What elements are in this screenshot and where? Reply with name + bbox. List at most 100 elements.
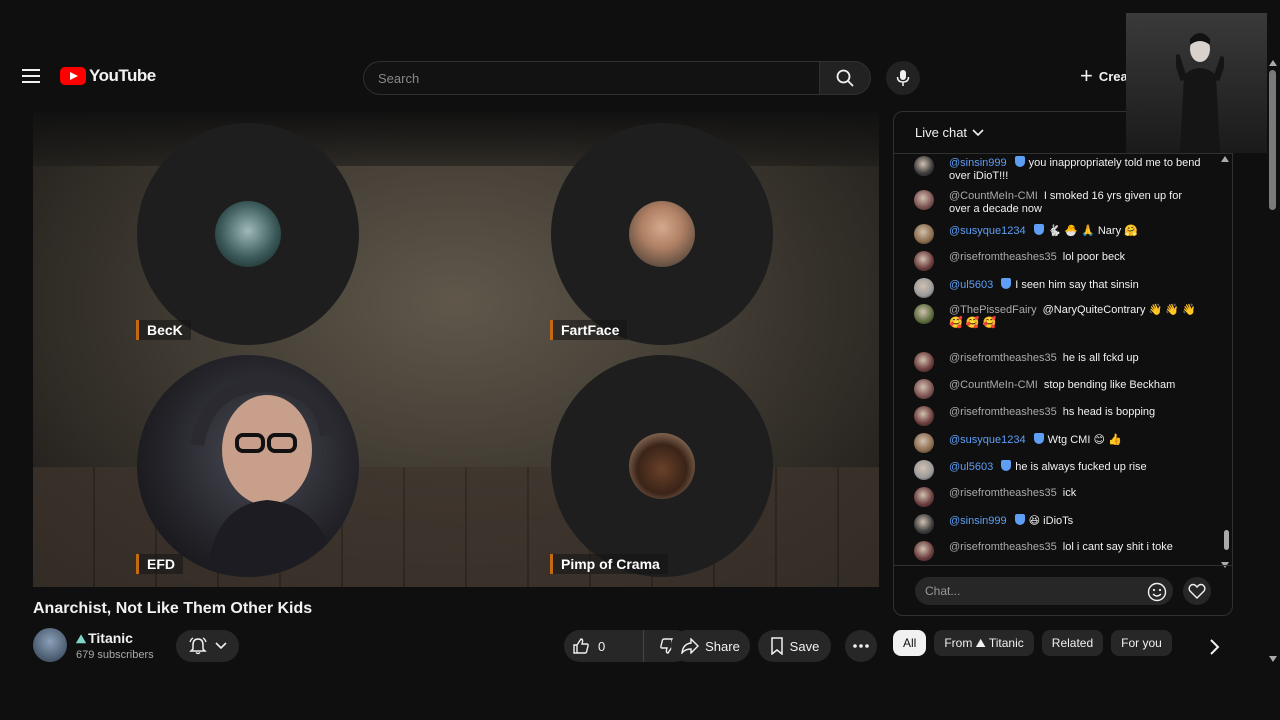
chat-author-name[interactable]: @susyque1234	[949, 225, 1026, 237]
chat-author-name[interactable]: @CountMeIn-CMI	[949, 190, 1038, 202]
chat-message-body: @sinsin999 😆 iDioTs	[949, 514, 1204, 534]
chat-author-name[interactable]: @sinsin999	[949, 515, 1007, 527]
verified-badge-icon	[1001, 278, 1012, 289]
chat-message[interactable]: @sinsin999 😆 iDioTs	[914, 514, 1204, 534]
participant-tile-efd	[137, 355, 359, 577]
save-button[interactable]: Save	[758, 630, 831, 662]
chat-message[interactable]: @risefromtheashes35 hs head is bopping	[914, 406, 1204, 426]
chat-author-avatar[interactable]	[914, 304, 934, 324]
chat-author-avatar[interactable]	[914, 224, 934, 244]
chat-author-avatar[interactable]	[914, 406, 934, 426]
chat-message[interactable]: @susyque1234 🐇 🐣 🙏 Nary 🤗	[914, 224, 1204, 244]
chat-message[interactable]: @sinsin999 you inappropriately told me to…	[914, 156, 1204, 183]
chip-1[interactable]: From ⛰ Titanic	[934, 630, 1034, 656]
chevron-right-icon[interactable]	[1207, 637, 1221, 657]
chat-message[interactable]: @risefromtheashes35 he is all fckd up	[914, 352, 1204, 372]
chat-message[interactable]: @CountMeIn-CMI I smoked 16 yrs given up f…	[914, 190, 1204, 216]
chat-author-name[interactable]: @risefromtheashes35	[949, 352, 1057, 364]
plus-icon: +	[1080, 63, 1093, 88]
share-icon	[681, 638, 700, 654]
share-label: Share	[705, 638, 740, 654]
chat-scrollbar[interactable]	[1221, 154, 1229, 568]
youtube-logo[interactable]: YouTube	[60, 66, 156, 86]
webcam-person	[190, 377, 337, 577]
chat-author-avatar[interactable]	[914, 352, 934, 372]
chat-author-avatar[interactable]	[914, 541, 934, 561]
participant-name-pimp: Pimp of Crama	[550, 554, 668, 574]
more-horizontal-icon	[853, 644, 869, 648]
chat-message-body: @risefromtheashes35 he is all fckd up	[949, 352, 1204, 372]
chat-message-text: ick	[1062, 487, 1077, 499]
chat-message[interactable]: @risefromtheashes35 lol i cant say shit i…	[914, 541, 1204, 561]
chip-2[interactable]: Related	[1041, 630, 1104, 656]
chat-author-avatar[interactable]	[914, 251, 934, 271]
avatar	[215, 201, 281, 267]
more-actions-button[interactable]	[845, 630, 877, 662]
chat-message-body: @CountMeIn-CMI stop bending like Beckham	[949, 379, 1204, 399]
search-icon	[836, 69, 854, 87]
chat-message-list[interactable]: @sinsin999 you inappropriately told me to…	[894, 154, 1214, 568]
chevron-down-icon	[214, 642, 227, 650]
notification-bell-button[interactable]	[176, 630, 239, 662]
verified-badge-icon	[1014, 156, 1025, 167]
chat-author-name[interactable]: @sinsin999	[949, 157, 1007, 169]
chat-author-name[interactable]: @risefromtheashes35	[949, 251, 1057, 263]
chat-message[interactable]: @risefromtheashes35 lol poor beck	[914, 251, 1204, 271]
chat-input[interactable]	[915, 577, 1173, 605]
avatar	[629, 433, 695, 499]
chat-message-body: @susyque1234 🐇 🐣 🙏 Nary 🤗	[949, 224, 1204, 244]
chat-author-name[interactable]: @CountMeIn-CMI	[949, 379, 1038, 391]
search-button[interactable]	[819, 61, 871, 95]
chat-author-name[interactable]: @ul5603	[949, 461, 993, 473]
subscriber-count: 679 subscribers	[76, 649, 154, 661]
chat-author-avatar[interactable]	[914, 379, 934, 399]
chat-author-avatar[interactable]	[914, 278, 934, 298]
chat-message-body: @ul5603 I seen him say that sinsin	[949, 278, 1204, 298]
search-input[interactable]	[363, 61, 819, 95]
chip-3[interactable]: For you	[1111, 630, 1172, 656]
scroll-down-arrow-icon	[1269, 656, 1277, 662]
share-button[interactable]: Share	[671, 630, 750, 662]
video-player[interactable]: BecK FartFace EFD Pimp of Crama	[33, 111, 879, 587]
chat-author-avatar[interactable]	[914, 487, 934, 507]
page-scroll-thumb[interactable]	[1269, 70, 1276, 210]
chat-author-avatar[interactable]	[914, 156, 934, 176]
emoji-smiley-icon[interactable]	[1147, 582, 1167, 602]
chat-message-body: @sinsin999 you inappropriately told me to…	[949, 156, 1204, 183]
chat-author-avatar[interactable]	[914, 514, 934, 534]
chat-message[interactable]: @ul5603 I seen him say that sinsin	[914, 278, 1204, 298]
bookmark-icon	[770, 637, 783, 655]
chat-scroll-thumb[interactable]	[1224, 530, 1229, 550]
chat-author-avatar[interactable]	[914, 460, 934, 480]
chat-message-text: stop bending like Beckham	[1043, 379, 1176, 391]
chat-message[interactable]: @risefromtheashes35 ick	[914, 487, 1204, 507]
like-button[interactable]: 0	[564, 630, 644, 662]
chat-author-name[interactable]: @risefromtheashes35	[949, 406, 1057, 418]
chat-message[interactable]: @ul5603 he is always fucked up rise	[914, 460, 1204, 480]
chat-author-name[interactable]: @ThePissedFairy	[949, 304, 1037, 316]
chat-author-name[interactable]: @susyque1234	[949, 434, 1026, 446]
chat-author-avatar[interactable]	[914, 190, 934, 210]
chat-author-avatar[interactable]	[914, 433, 934, 453]
heart-reaction-button[interactable]	[1183, 577, 1211, 605]
chat-author-name[interactable]: @ul5603	[949, 279, 993, 291]
chat-message[interactable]: @susyque1234 Wtg CMI 😊 👍	[914, 433, 1204, 453]
channel-name[interactable]: ⛰ Titanic	[76, 630, 133, 647]
hamburger-menu-icon[interactable]	[22, 69, 40, 83]
chip-0[interactable]: All	[893, 630, 927, 656]
masthead: YouTube + Create	[0, 52, 1280, 104]
chat-author-name[interactable]: @risefromtheashes35	[949, 487, 1057, 499]
chat-message[interactable]: @ThePissedFairy @NaryQuiteContrary 👋 👋 👋 …	[914, 304, 1204, 330]
chat-message-text: Wtg CMI 😊 👍	[1047, 434, 1122, 446]
chat-message-body: @ul5603 he is always fucked up rise	[949, 460, 1204, 480]
related-chips: All From ⛰ Titanic Related For you	[893, 630, 1172, 656]
verified-badge-icon	[1033, 433, 1044, 444]
voice-search-button[interactable]	[886, 61, 920, 95]
chat-message[interactable]: @CountMeIn-CMI stop bending like Beckham	[914, 379, 1204, 399]
channel-avatar[interactable]	[33, 628, 67, 662]
picture-in-picture-video[interactable]	[1126, 13, 1267, 153]
chat-header-title: Live chat	[915, 125, 968, 140]
save-label: Save	[789, 638, 820, 654]
chat-author-name[interactable]: @risefromtheashes35	[949, 541, 1057, 553]
scroll-up-arrow-icon	[1269, 60, 1277, 66]
